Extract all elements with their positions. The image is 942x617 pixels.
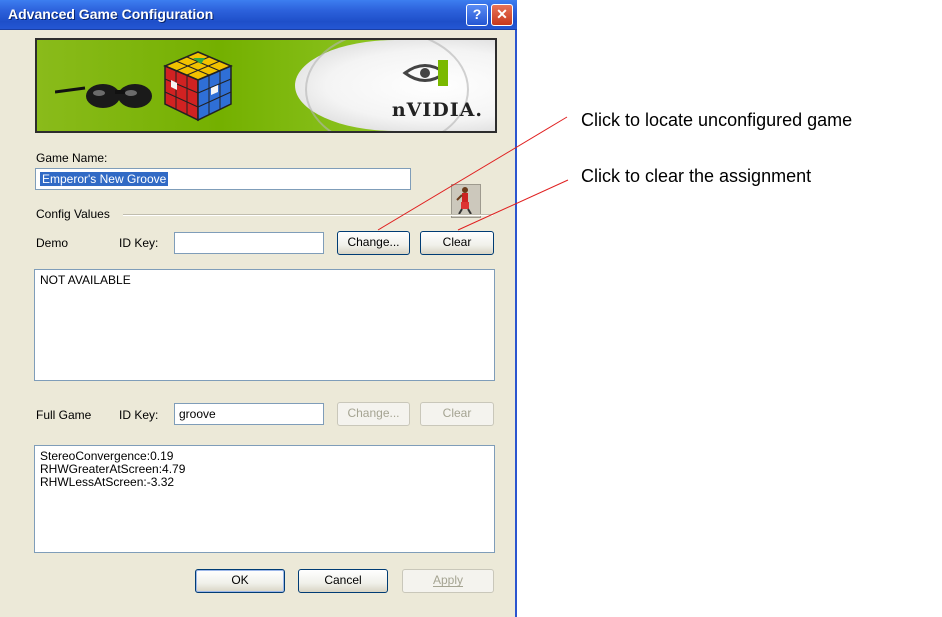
annotation-leader-lines [377, 116, 569, 231]
clear-callout-text: Click to clear the assignment [581, 166, 812, 186]
locate-callout-text: Click to locate unconfigured game [581, 110, 853, 130]
clear-leader-line [457, 179, 569, 231]
locate-leader-line [377, 116, 568, 231]
